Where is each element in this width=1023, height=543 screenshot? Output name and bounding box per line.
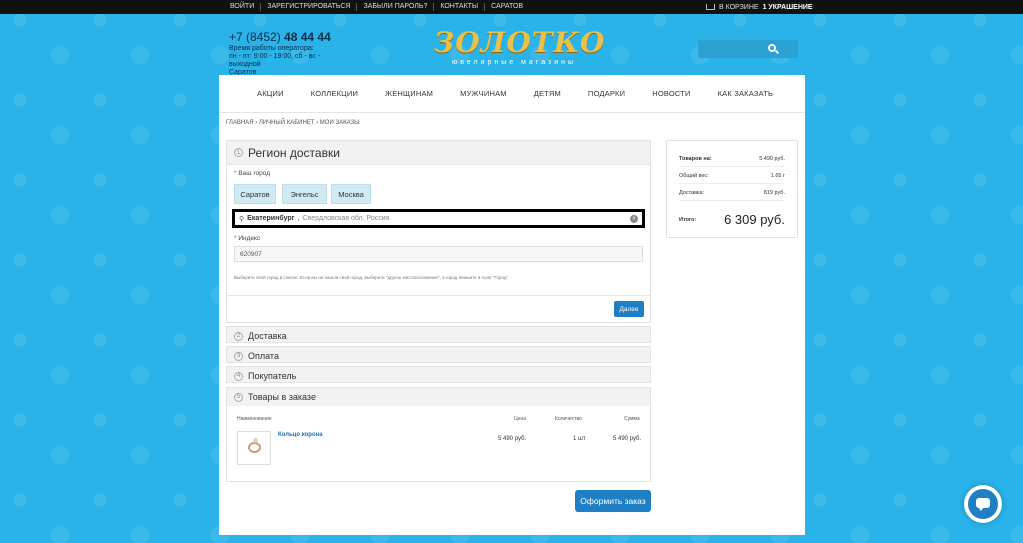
payment-section[interactable]: 3 Оплата [226,346,651,363]
main-panel: АКЦИИ КОЛЛЕКЦИИ ЖЕНЩИНАМ МУЖЧИНАМ ДЕТЯМ … [219,75,805,535]
region-header[interactable]: 1 Регион доставки [227,141,650,165]
delivery-section[interactable]: 2 Доставка [226,326,651,343]
payment-header[interactable]: 3 Оплата [227,347,650,365]
city-label: * Ваш город [234,170,271,177]
nav-item-collections[interactable]: КОЛЛЕКЦИИ [311,89,358,98]
nav-item-men[interactable]: МУЖЧИНАМ [460,89,507,98]
nav-item-gifts[interactable]: ПОДАРКИ [588,89,625,98]
city-search-input[interactable]: ⚲ Екатеринбург, Свердловская обл, Россия… [232,209,645,228]
search-icon[interactable] [768,44,776,52]
city-query: Екатеринбург [247,215,295,222]
summary-goods-row: Товаров на: 5 490 руб. [679,156,785,167]
summary-weight-row: Общий вес: 1.65 г [679,173,785,184]
nav-item-how-to-order[interactable]: КАК ЗАКАЗАТЬ [718,89,774,98]
region-help-text: Выберите свой город в списке. Если вы не… [234,275,509,280]
cart-icon [706,4,715,10]
main-nav: АКЦИИ КОЛЛЕКЦИИ ЖЕНЩИНАМ МУЖЧИНАМ ДЕТЯМ … [219,75,805,113]
nav-item-women[interactable]: ЖЕНЩИНАМ [385,89,433,98]
col-qty-header: Количество [555,416,582,422]
clear-icon[interactable]: × [630,215,638,223]
search-input[interactable] [698,40,798,58]
step-number: 2 [234,331,243,341]
ring-icon [248,438,261,453]
summary-goods-label: Товаров на: [679,156,712,162]
contacts-link[interactable]: КОНТАКТЫ [434,3,486,11]
phone-code: +7 (8452) [229,30,281,44]
summary-weight-label: Общий вес: [679,173,709,179]
summary-delivery-value: 819 руб. [763,190,785,196]
step-number: 4 [234,371,243,381]
cart-count: 1 УКРАШЕНИЕ [762,3,813,11]
cart-prefix: В КОРЗИНЕ [719,3,759,11]
place-order-button[interactable]: Оформить заказ [575,490,651,512]
step-number: 3 [234,351,243,361]
register-link[interactable]: ЗАРЕГИСТРИРОВАТЬСЯ [261,3,358,11]
summary-total-value: 6 309 руб. [724,212,785,227]
index-label: * Индекс [234,235,261,242]
buyer-section[interactable]: 4 Покупатель [226,366,651,383]
buyer-title: Покупатель [248,371,297,381]
hours-title: Время работы оператора: [229,45,314,52]
logo-name: ЗОЛОТКО [434,26,606,59]
city-button-saratov[interactable]: Саратов [234,184,276,204]
chat-icon [968,489,998,519]
summary-total-row: Итого: 6 309 руб. [679,212,785,227]
phone[interactable]: +7 (8452) 48 44 44 [229,30,331,44]
nav-item-kids[interactable]: ДЕТЯМ [534,89,561,98]
city-button-moscow[interactable]: Москва [331,184,371,204]
nav-item-sales[interactable]: АКЦИИ [257,89,284,98]
top-bar: ВОЙТИ ЗАРЕГИСТРИРОВАТЬСЯ ЗАБЫЛИ ПАРОЛЬ? … [0,0,1023,14]
goods-section: 5 Товары в заказе Наименование Цена Коли… [226,387,651,482]
working-hours: Время работы оператора: пн - пт: 9:00 - … [229,45,349,77]
index-label-text: Индекс [238,235,261,242]
col-sum-header: Сумма [624,416,640,422]
summary-delivery-label: Доставка: [679,190,705,196]
city-link[interactable]: САРАТОВ [485,3,529,11]
cart-link[interactable]: В КОРЗИНЕ 1 УКРАШЕНИЕ [706,0,813,14]
summary-weight-value: 1.65 г [770,173,785,179]
chat-widget-button[interactable] [964,485,1002,523]
logo[interactable]: ЗОЛОТКО ювелирные магазины [434,26,606,71]
order-summary: Товаров на: 5 490 руб. Общий вес: 1.65 г… [666,140,798,238]
search-icon: ⚲ [239,215,245,223]
top-links: ВОЙТИ ЗАРЕГИСТРИРОВАТЬСЯ ЗАБЫЛИ ПАРОЛЬ? … [224,0,529,14]
city-button-engels[interactable]: Энгельс [282,184,327,204]
index-field[interactable]: 620907 [234,246,643,262]
summary-delivery-row: Доставка: 819 руб. [679,190,785,201]
hours-value: пн - пт: 9:00 - 19:00, сб - вс - выходно… [229,53,321,68]
city-query-hint: Свердловская обл, Россия [302,215,390,222]
divider [227,295,650,296]
delivery-title: Доставка [248,331,287,341]
delivery-header[interactable]: 2 Доставка [227,327,650,345]
breadcrumb[interactable]: ГЛАВНАЯ › ЛИЧНЫЙ КАБИНЕТ › МОИ ЗАКАЗЫ [226,120,359,126]
summary-total-label: Итого: [679,216,697,223]
goods-title: Товары в заказе [248,392,316,402]
region-title: Регион доставки [248,145,340,160]
col-name-header: Наименование [237,416,272,422]
payment-title: Оплата [248,351,279,361]
city-label-text: Ваш город [238,170,271,177]
col-price-header: Цена [514,416,527,422]
step-number: 5 [234,392,243,402]
summary-goods-value: 5 490 руб. [759,156,785,162]
product-sum: 5 490 руб. [613,436,642,442]
phone-number: 48 44 44 [284,30,331,44]
forgot-password-link[interactable]: ЗАБЫЛИ ПАРОЛЬ? [357,3,435,11]
product-price: 5 490 руб. [498,436,527,442]
product-link[interactable]: Кольцо корона [278,432,323,438]
buyer-header[interactable]: 4 Покупатель [227,367,650,385]
product-thumbnail[interactable] [237,431,271,465]
product-qty: 1 шт [573,436,586,442]
step-number: 1 [234,148,243,157]
login-link[interactable]: ВОЙТИ [224,3,262,11]
next-button[interactable]: Далее [614,301,644,317]
region-section: 1 Регион доставки * Ваш город Саратов Эн… [226,140,651,323]
nav-item-news[interactable]: НОВОСТИ [652,89,690,98]
goods-header[interactable]: 5 Товары в заказе [227,388,650,406]
logo-subtitle: ювелирные магазины [451,59,577,66]
